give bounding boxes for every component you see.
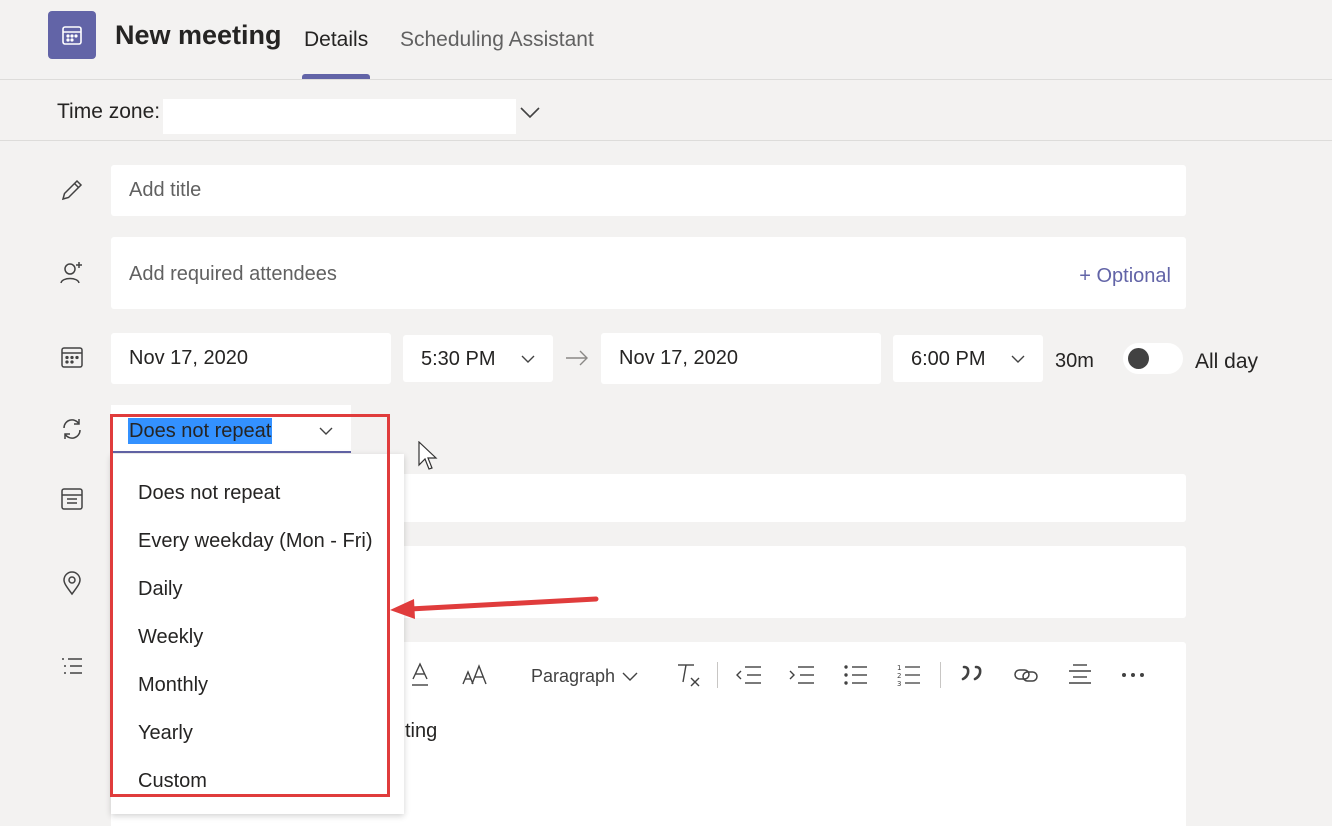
end-time-select[interactable]: 6:00 PM [893, 335, 1043, 382]
timezone-label: Time zone: [57, 100, 161, 123]
end-date-input[interactable]: Nov 17, 2020 [601, 333, 881, 384]
channel-icon [59, 486, 85, 512]
font-size-icon[interactable] [462, 664, 488, 692]
optional-attendees-link[interactable]: + Optional [1079, 265, 1171, 288]
tab-details[interactable]: Details [304, 28, 368, 52]
tab-scheduling-assistant[interactable]: Scheduling Assistant [400, 28, 594, 52]
repeat-icon [59, 416, 85, 442]
arrow-right-icon [566, 350, 588, 366]
start-date-input[interactable]: Nov 17, 2020 [111, 333, 391, 384]
paragraph-label: Paragraph [531, 666, 616, 686]
bulleted-list-icon[interactable] [843, 664, 869, 692]
chevron-down-icon [622, 672, 638, 682]
align-center-icon[interactable] [1067, 662, 1093, 694]
all-day-label: All day [1195, 350, 1259, 373]
duration-label: 30m [1055, 350, 1094, 372]
header: New meeting Details Scheduling Assistant [0, 0, 1332, 80]
svg-text:3: 3 [897, 680, 901, 688]
annotation-arrow-icon [390, 596, 599, 619]
paragraph-select[interactable]: Paragraph [531, 666, 638, 687]
page-title: New meeting [115, 20, 282, 50]
toggle-knob [1128, 348, 1149, 369]
divider [0, 140, 1332, 141]
clear-formatting-icon[interactable] [676, 662, 702, 694]
increase-indent-icon[interactable] [788, 664, 816, 692]
chevron-down-icon[interactable] [518, 100, 542, 129]
font-color-icon[interactable] [410, 662, 430, 694]
active-tab-indicator [302, 74, 370, 79]
mouse-cursor-icon [418, 441, 438, 470]
chevron-down-icon [521, 355, 535, 363]
title-placeholder: Add title [129, 179, 202, 201]
toolbar-separator [717, 662, 718, 688]
numbered-list-icon[interactable]: 123 [896, 662, 922, 694]
list-icon [59, 654, 85, 680]
calendar-icon [59, 344, 85, 370]
location-icon [59, 570, 85, 596]
end-time-value: 6:00 PM [911, 348, 986, 370]
svg-text:2: 2 [897, 672, 901, 680]
add-person-icon [59, 260, 85, 286]
start-time-value: 5:30 PM [421, 348, 496, 370]
chevron-down-icon [1011, 355, 1025, 363]
toolbar-separator [940, 662, 941, 688]
link-icon[interactable] [1013, 664, 1039, 692]
timezone-select[interactable] [163, 99, 516, 134]
calendar-app-icon [48, 11, 96, 59]
svg-text:1: 1 [897, 664, 901, 672]
attendees-input[interactable]: Add required attendees + Optional [111, 237, 1186, 309]
description-text: ting [405, 720, 438, 742]
decrease-indent-icon[interactable] [735, 664, 763, 692]
all-day-toggle[interactable] [1123, 343, 1183, 374]
end-date-value: Nov 17, 2020 [619, 347, 738, 369]
start-time-select[interactable]: 5:30 PM [403, 335, 553, 382]
pencil-icon [59, 177, 85, 203]
quote-icon[interactable] [961, 664, 985, 690]
start-date-value: Nov 17, 2020 [129, 347, 248, 369]
attendees-placeholder: Add required attendees [129, 263, 337, 285]
title-input[interactable]: Add title [111, 165, 1186, 216]
more-options-icon[interactable] [1121, 664, 1147, 692]
annotation-highlight-box [110, 414, 390, 797]
